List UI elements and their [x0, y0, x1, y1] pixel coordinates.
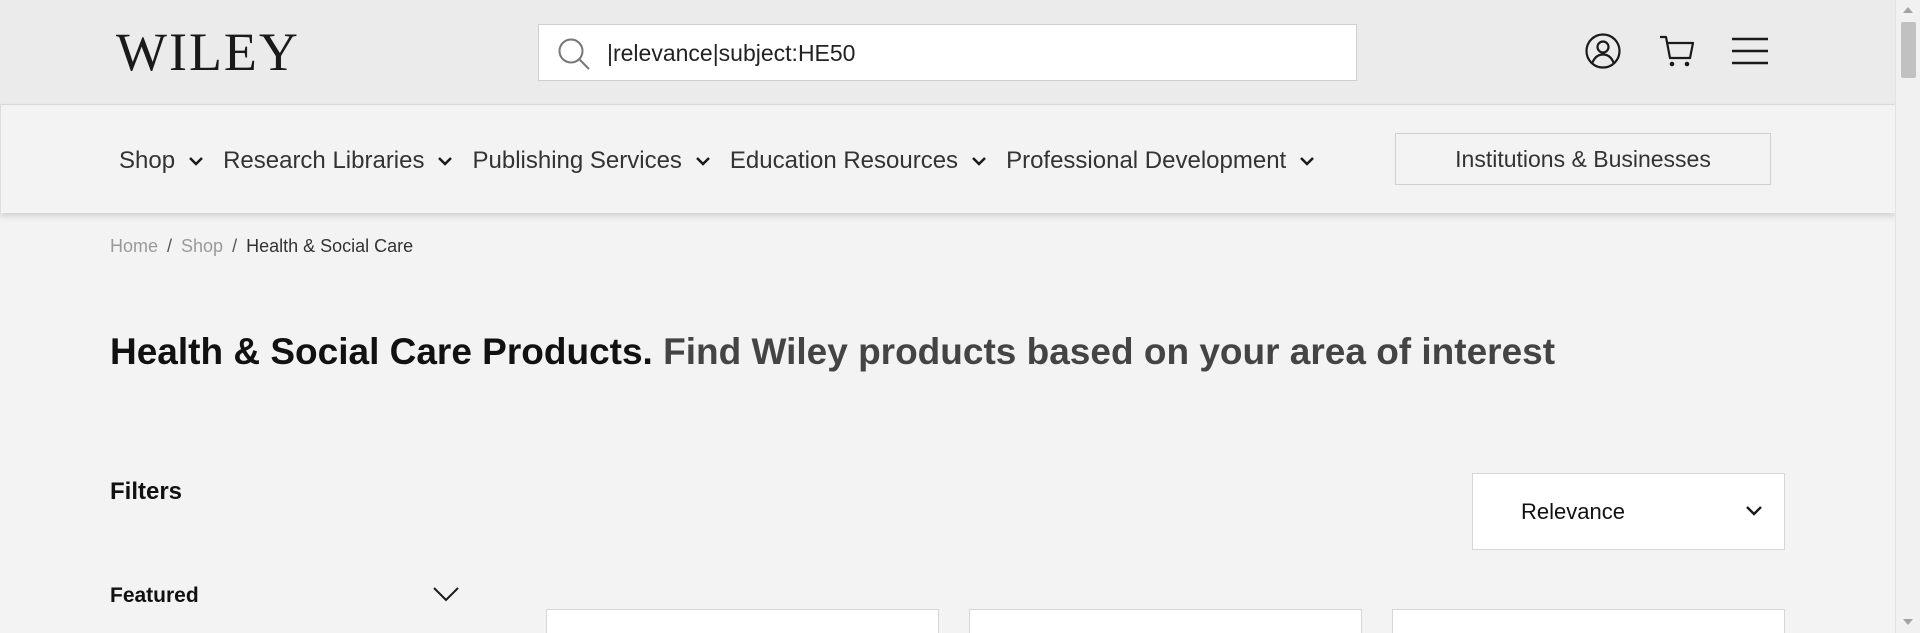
- product-card[interactable]: [546, 609, 939, 633]
- search-icon[interactable]: [557, 37, 591, 71]
- institutions-businesses-button[interactable]: Institutions & Businesses: [1395, 133, 1771, 185]
- breadcrumb-home-link[interactable]: Home: [110, 236, 158, 257]
- chevron-down-icon: [438, 157, 453, 166]
- nav-item-publishing-services[interactable]: Publishing Services: [472, 144, 711, 178]
- search-bar[interactable]: [538, 24, 1357, 81]
- nav-menu: Shop Research Libraries Publishing Servi…: [119, 144, 1334, 178]
- page-title-bold: Health & Social Care Products.: [110, 331, 653, 372]
- wiley-logo[interactable]: WILEY: [116, 24, 300, 80]
- vertical-scrollbar[interactable]: [1895, 0, 1920, 633]
- user-icon[interactable]: [1584, 32, 1622, 70]
- cart-icon[interactable]: [1658, 32, 1696, 70]
- filters-heading: Filters: [110, 478, 183, 505]
- scroll-down-arrow[interactable]: [1903, 619, 1913, 625]
- chevron-down-icon: [189, 157, 203, 166]
- page-title-subtitle: Find Wiley products based on your area o…: [663, 331, 1556, 372]
- nav-item-label: Research Libraries: [223, 147, 425, 174]
- product-card[interactable]: [1392, 609, 1785, 633]
- sort-selected-value: Relevance: [1521, 499, 1625, 524]
- sort-dropdown[interactable]: Relevance: [1472, 473, 1785, 550]
- nav-item-label: Publishing Services: [472, 147, 682, 174]
- breadcrumb-current: Health & Social Care: [246, 236, 414, 256]
- scroll-up-arrow[interactable]: [1903, 7, 1913, 13]
- chevron-down-icon[interactable]: [432, 584, 460, 604]
- breadcrumb-separator: /: [232, 236, 238, 256]
- filter-section-featured[interactable]: Featured: [110, 584, 199, 608]
- product-card[interactable]: [969, 609, 1362, 633]
- nav-item-education-resources[interactable]: Education Resources: [730, 144, 988, 178]
- nav-item-professional-development[interactable]: Professional Development: [1006, 144, 1316, 178]
- page-title: Health & Social Care Products. Find Wile…: [110, 328, 1555, 376]
- breadcrumb-separator: /: [167, 236, 173, 256]
- nav-item-shop[interactable]: Shop: [119, 144, 205, 178]
- chevron-down-icon: [696, 157, 710, 166]
- breadcrumb-shop-link[interactable]: Shop: [181, 236, 223, 257]
- nav-item-research-libraries[interactable]: Research Libraries: [223, 144, 454, 178]
- top-header: WILEY: [0, 0, 1895, 105]
- nav-item-label: Education Resources: [729, 147, 959, 174]
- nav-item-label: Shop: [119, 147, 176, 174]
- search-input[interactable]: [607, 33, 1337, 73]
- menu-icon[interactable]: [1731, 32, 1769, 70]
- scrollbar-thumb[interactable]: [1901, 22, 1916, 78]
- chevron-down-icon: [1746, 506, 1762, 516]
- chevron-down-icon: [1300, 157, 1315, 166]
- nav-item-label: Professional Development: [1006, 147, 1287, 174]
- breadcrumb: Home / Shop / Health & Social Care: [110, 236, 413, 257]
- main-navigation: Shop Research Libraries Publishing Servi…: [0, 105, 1895, 213]
- chevron-down-icon: [972, 157, 986, 166]
